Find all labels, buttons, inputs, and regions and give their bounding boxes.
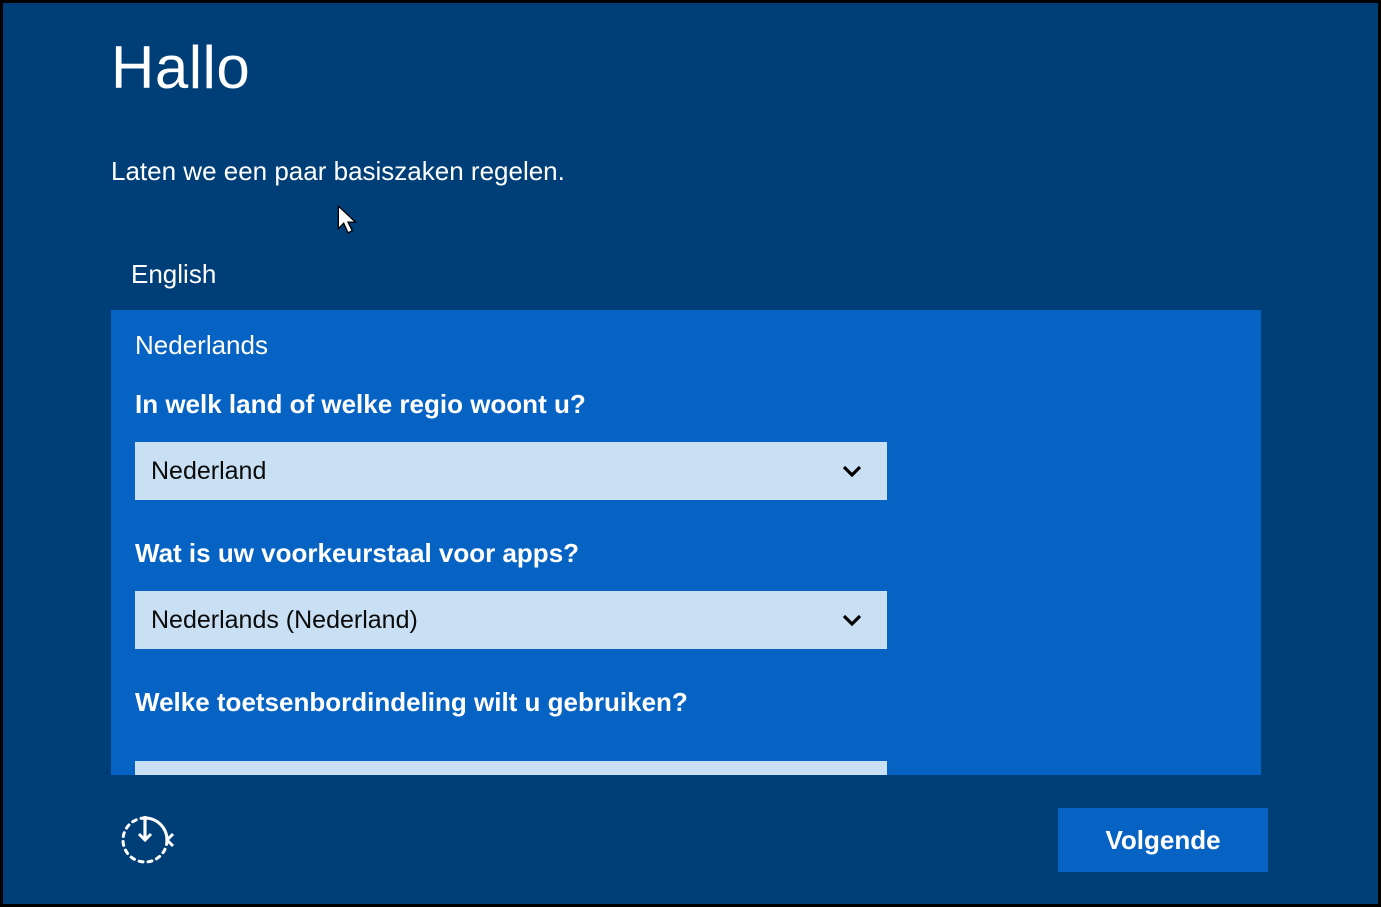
app-language-dropdown[interactable]: Nederlands (Nederland) (135, 591, 887, 649)
bottom-bar: Volgende (111, 806, 1268, 874)
country-region-dropdown[interactable]: Nederland (135, 442, 887, 500)
chevron-down-icon (841, 464, 863, 478)
oobe-setup-screen: Hallo Laten we een paar basiszaken regel… (0, 0, 1381, 907)
chevron-down-icon (841, 613, 863, 627)
country-region-value: Nederland (151, 457, 266, 486)
ease-of-access-icon (115, 810, 175, 870)
ease-of-access-button[interactable] (111, 806, 179, 874)
page-subtitle: Laten we een paar basiszaken regelen. (111, 156, 1270, 187)
app-language-value: Nederlands (Nederland) (151, 606, 418, 635)
page-title: Hallo (111, 33, 1270, 102)
mouse-cursor-icon (337, 205, 359, 235)
language-option-nederlands[interactable]: Nederlands (135, 330, 1237, 361)
country-region-label: In welk land of welke regio woont u? (135, 389, 1237, 420)
next-button-label: Volgende (1105, 825, 1220, 856)
app-language-label: Wat is uw voorkeurstaal voor apps? (135, 538, 1237, 569)
next-button[interactable]: Volgende (1058, 808, 1268, 872)
keyboard-layout-dropdown[interactable] (135, 761, 887, 775)
keyboard-layout-label: Welke toetsenbordindeling wilt u gebruik… (135, 687, 1237, 718)
language-option-english[interactable]: English (111, 247, 1270, 302)
selected-language-panel: Nederlands In welk land of welke regio w… (111, 310, 1261, 775)
